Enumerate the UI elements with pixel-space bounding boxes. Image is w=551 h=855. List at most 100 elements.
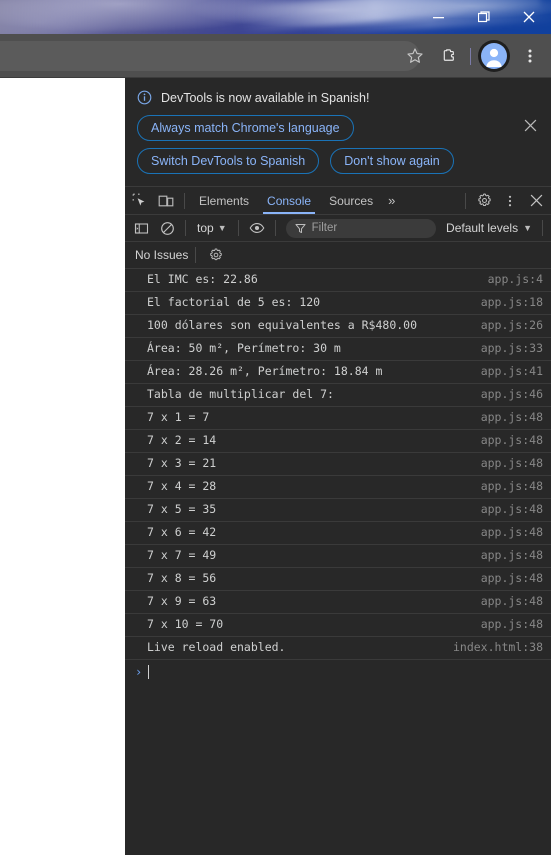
console-message-text: Área: 50 m², Perímetro: 30 m bbox=[147, 341, 341, 355]
device-toolbar-button[interactable] bbox=[153, 188, 179, 214]
toolbar-divider bbox=[470, 47, 471, 65]
console-toolbar-divider bbox=[237, 220, 239, 236]
browser-menu-button[interactable] bbox=[513, 39, 547, 73]
puzzle-icon bbox=[443, 49, 454, 61]
devtools-settings-button[interactable] bbox=[471, 188, 497, 214]
console-message-row[interactable]: 7 x 7 = 49 app.js:48 bbox=[125, 545, 551, 568]
profile-button[interactable] bbox=[475, 37, 513, 75]
devtools-language-banner: DevTools is now available in Spanish! Al… bbox=[125, 78, 551, 187]
bookmark-button[interactable] bbox=[398, 39, 432, 73]
tab-console[interactable]: Console bbox=[258, 187, 320, 214]
devtools-menu-button[interactable] bbox=[497, 188, 523, 214]
gear-icon bbox=[210, 248, 223, 261]
execution-context-label: top bbox=[197, 221, 214, 235]
minimize-button[interactable] bbox=[416, 0, 461, 34]
extensions-button[interactable] bbox=[432, 39, 466, 73]
console-toolbar: top ▼ Filter Default levels ▼ bbox=[125, 215, 551, 242]
always-match-language-button[interactable]: Always match Chrome's language bbox=[137, 115, 354, 141]
console-message-source-link[interactable]: app.js:33 bbox=[471, 341, 543, 356]
dont-show-again-button[interactable]: Don't show again bbox=[330, 148, 454, 174]
close-button[interactable] bbox=[506, 0, 551, 34]
console-message-row[interactable]: El IMC es: 22.86 app.js:4 bbox=[125, 269, 551, 292]
tabbar-divider bbox=[465, 192, 466, 209]
console-message-row[interactable]: 7 x 5 = 35 app.js:48 bbox=[125, 499, 551, 522]
console-message-row[interactable]: 7 x 1 = 7 app.js:48 bbox=[125, 407, 551, 430]
browser-toolbar bbox=[0, 34, 551, 78]
console-message-source-link[interactable]: app.js:48 bbox=[471, 594, 543, 609]
console-message-list[interactable]: El IMC es: 22.86 app.js:4 El factorial de … bbox=[125, 269, 551, 855]
console-prompt[interactable]: › bbox=[125, 660, 551, 684]
devtools-close-button[interactable] bbox=[523, 188, 549, 214]
switch-to-spanish-button[interactable]: Switch DevTools to Spanish bbox=[137, 148, 320, 174]
console-message-text: 7 x 7 = 49 bbox=[147, 548, 217, 562]
clear-console-button[interactable] bbox=[154, 215, 180, 241]
log-levels-label: Default levels bbox=[446, 221, 519, 235]
console-message-source-link[interactable]: app.js:46 bbox=[471, 387, 543, 402]
console-message-source-link[interactable]: app.js:26 bbox=[471, 318, 543, 333]
restore-button[interactable] bbox=[461, 0, 506, 34]
console-message-row[interactable]: Tabla de multiplicar del 7: app.js:46 bbox=[125, 384, 551, 407]
devtools-panel: DevTools is now available in Spanish! Al… bbox=[125, 78, 551, 855]
inspect-element-button[interactable] bbox=[127, 188, 153, 214]
console-message-source-link[interactable]: app.js:18 bbox=[471, 295, 543, 310]
gear-icon bbox=[477, 193, 491, 206]
console-toolbar-divider bbox=[274, 220, 276, 236]
console-message-row[interactable]: 7 x 8 = 56 app.js:48 bbox=[125, 568, 551, 591]
console-message-row[interactable]: 7 x 2 = 14 app.js:48 bbox=[125, 430, 551, 453]
console-message-source-link[interactable]: app.js:48 bbox=[471, 571, 543, 586]
console-message-row[interactable]: 7 x 10 = 70 app.js:48 bbox=[125, 614, 551, 637]
console-message-row[interactable]: Área: 50 m², Perímetro: 30 m app.js:33 bbox=[125, 338, 551, 361]
more-tabs-button[interactable]: » bbox=[382, 193, 400, 208]
live-expression-button[interactable] bbox=[244, 215, 270, 241]
issues-bar: No Issues bbox=[125, 242, 551, 269]
console-message-row[interactable]: Live reload enabled. index.html:38 bbox=[125, 637, 551, 660]
console-message-source-link[interactable]: app.js:48 bbox=[471, 456, 543, 471]
console-message-source-link[interactable]: app.js:4 bbox=[478, 272, 543, 287]
console-message-row[interactable]: 7 x 4 = 28 app.js:48 bbox=[125, 476, 551, 499]
three-dot-menu-icon bbox=[508, 195, 512, 206]
clear-console-icon bbox=[160, 221, 174, 235]
tab-elements[interactable]: Elements bbox=[190, 187, 258, 214]
avatar-icon bbox=[481, 43, 507, 69]
console-message-row[interactable]: El factorial de 5 es: 120 app.js:18 bbox=[125, 292, 551, 315]
address-bar[interactable] bbox=[0, 41, 420, 71]
banner-close-button[interactable] bbox=[521, 116, 539, 134]
console-message-text: 7 x 10 = 70 bbox=[147, 617, 224, 631]
console-message-source-link[interactable]: app.js:48 bbox=[471, 525, 543, 540]
console-message-source-link[interactable]: app.js:41 bbox=[471, 364, 543, 379]
console-message-source-link[interactable]: app.js:48 bbox=[471, 502, 543, 517]
tabbar-divider bbox=[184, 192, 185, 209]
console-message-row[interactable]: 7 x 6 = 42 app.js:48 bbox=[125, 522, 551, 545]
console-message-text: El IMC es: 22.86 bbox=[147, 272, 258, 286]
console-message-row[interactable]: Área: 28.26 m², Perímetro: 18.84 m app.js… bbox=[125, 361, 551, 384]
issues-count-label[interactable]: No Issues bbox=[135, 248, 188, 262]
device-toolbar-icon bbox=[158, 195, 174, 206]
execution-context-selector[interactable]: top ▼ bbox=[191, 221, 233, 235]
chevron-down-icon: ▼ bbox=[217, 223, 227, 233]
console-filter-placeholder: Filter bbox=[311, 222, 338, 234]
console-message-row[interactable]: 7 x 9 = 63 app.js:48 bbox=[125, 591, 551, 614]
window-controls bbox=[416, 0, 551, 34]
console-message-text: 7 x 4 = 28 bbox=[147, 479, 217, 493]
tabbar-right-actions bbox=[460, 188, 549, 214]
issues-settings-button[interactable] bbox=[203, 242, 229, 268]
browser-window: DevTools is now available in Spanish! Al… bbox=[0, 0, 551, 855]
avatar bbox=[478, 40, 510, 72]
console-message-row[interactable]: 100 dólares son equivalentes a R$480.00 a… bbox=[125, 315, 551, 338]
console-message-source-link[interactable]: index.html:38 bbox=[443, 640, 543, 655]
console-message-source-link[interactable]: app.js:48 bbox=[471, 548, 543, 563]
close-icon bbox=[524, 119, 536, 131]
log-levels-selector[interactable]: Default levels ▼ bbox=[441, 221, 537, 235]
tab-sources[interactable]: Sources bbox=[320, 187, 382, 214]
console-message-row[interactable]: 7 x 3 = 21 app.js:48 bbox=[125, 453, 551, 476]
console-toolbar-divider bbox=[185, 220, 186, 236]
console-message-source-link[interactable]: app.js:48 bbox=[471, 433, 543, 448]
console-message-text: Área: 28.26 m², Perímetro: 18.84 m bbox=[147, 364, 383, 378]
console-message-text: 7 x 8 = 56 bbox=[147, 571, 217, 585]
console-message-source-link[interactable]: app.js:48 bbox=[471, 479, 543, 494]
filter-icon bbox=[295, 223, 306, 233]
console-message-source-link[interactable]: app.js:48 bbox=[471, 410, 543, 425]
console-filter-input[interactable]: Filter bbox=[285, 218, 437, 238]
console-message-source-link[interactable]: app.js:48 bbox=[471, 617, 543, 632]
console-sidebar-button[interactable] bbox=[128, 215, 154, 241]
